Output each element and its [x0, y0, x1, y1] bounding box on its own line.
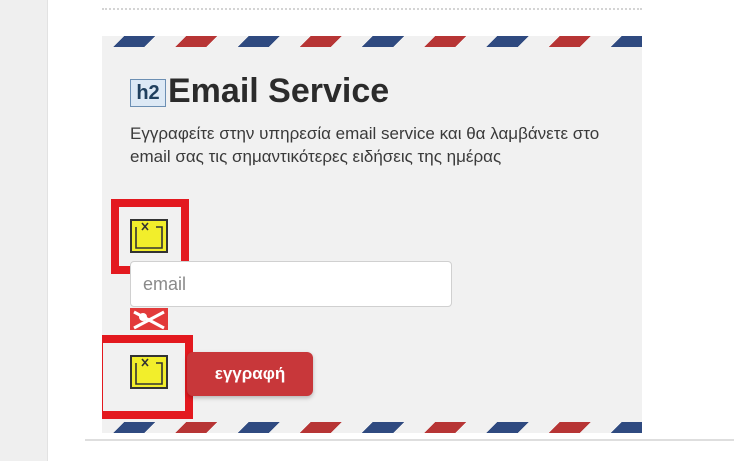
- broken-image-icon: [130, 355, 168, 389]
- email-service-widget: h2 Email Service Εγγραφείτε στην υπηρεσί…: [102, 36, 642, 433]
- bottom-divider: [85, 439, 734, 441]
- dotted-divider: [102, 8, 642, 10]
- email-input[interactable]: [130, 261, 452, 307]
- broken-image-icon: [130, 219, 168, 253]
- widget-title: Email Service: [168, 72, 390, 110]
- heading-tag-badge: h2: [130, 79, 166, 107]
- airmail-border-top: [102, 36, 642, 47]
- error-icon: [130, 308, 168, 330]
- subscribe-button[interactable]: εγγραφή: [187, 352, 313, 396]
- left-gutter: [0, 0, 47, 461]
- left-border: [47, 0, 48, 461]
- widget-description: Εγγραφείτε στην υπηρεσία email service κ…: [130, 124, 600, 166]
- airmail-border-bottom: [102, 422, 642, 433]
